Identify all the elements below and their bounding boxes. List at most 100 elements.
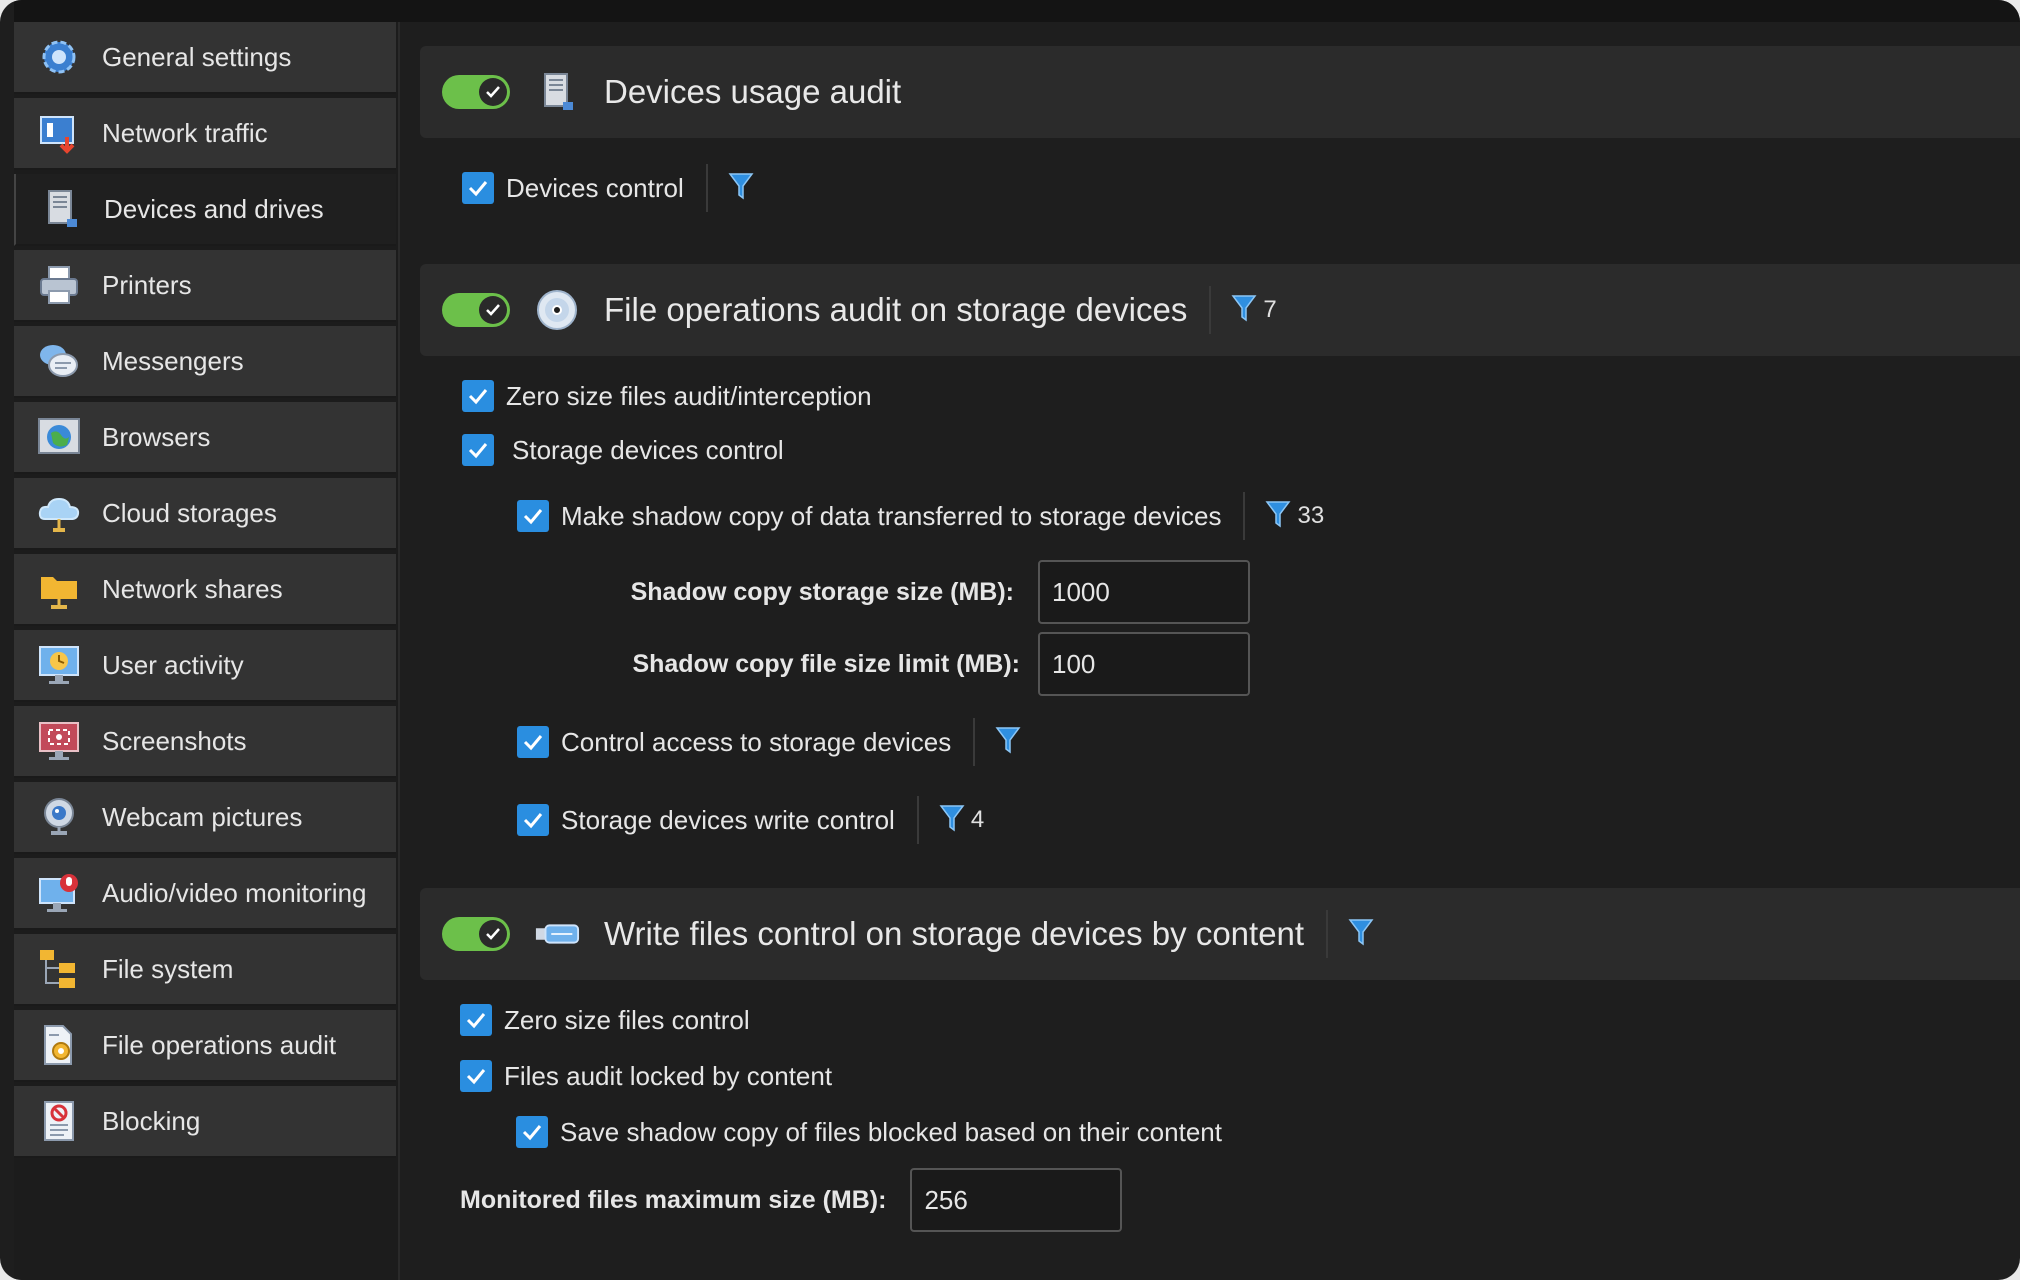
- divider: [1209, 286, 1212, 334]
- filter-icon: [728, 171, 754, 206]
- section-title: File operations audit on storage devices: [604, 291, 1188, 328]
- devices-control-checkbox[interactable]: [462, 172, 494, 204]
- sidebar-item-devices-and-drives[interactable]: Devices and drives: [14, 174, 396, 246]
- usb-drive-icon: [534, 911, 580, 957]
- filter-icon: [1265, 499, 1291, 534]
- toggle-check-icon: [479, 78, 507, 106]
- write-files-filter-button[interactable]: [1348, 917, 1374, 952]
- section-title: Devices usage audit: [604, 73, 902, 110]
- screenshot-icon: [36, 718, 82, 764]
- files-audit-locked-checkbox[interactable]: [460, 1060, 492, 1092]
- settings-panel: Devices usage audit Devices control File…: [400, 22, 2020, 1280]
- option-label: Storage devices control: [512, 434, 784, 465]
- sidebar-item-label: Cloud storages: [102, 497, 277, 528]
- save-shadow-copy-checkbox[interactable]: [516, 1116, 548, 1148]
- sidebar-item-label: File system: [102, 953, 234, 984]
- chat-bubbles-icon: [36, 338, 82, 384]
- field-label: Shadow copy file size limit (MB):: [632, 649, 1020, 678]
- sidebar-item-label: General settings: [102, 41, 292, 72]
- file-operations-filter-button[interactable]: 7: [1231, 293, 1277, 328]
- option-label: Zero size files audit/interception: [506, 380, 872, 411]
- sidebar-item-label: Blocking: [102, 1105, 201, 1136]
- computer-tower-icon: [534, 69, 580, 115]
- section-header-file-operations-audit: File operations audit on storage devices…: [420, 264, 2020, 356]
- control-access-filter-button[interactable]: [995, 725, 1021, 760]
- control-access-checkbox[interactable]: [517, 726, 549, 758]
- option-control-access: Control access to storage devices: [517, 716, 1021, 768]
- zero-size-audit-checkbox[interactable]: [462, 380, 494, 412]
- printer-icon: [36, 262, 82, 308]
- sidebar-item-user-activity[interactable]: User activity: [14, 630, 396, 702]
- file-audit-icon: [36, 1022, 82, 1068]
- sidebar-item-label: Network shares: [102, 573, 283, 604]
- monitored-max-size-input[interactable]: [910, 1168, 1123, 1232]
- blocking-document-icon: [36, 1098, 82, 1144]
- shared-folder-icon: [36, 566, 82, 612]
- field-label: Monitored files maximum size (MB):: [460, 1185, 887, 1214]
- sidebar-item-network-traffic[interactable]: Network traffic: [14, 98, 396, 170]
- network-traffic-icon: [36, 110, 82, 156]
- divider: [1243, 492, 1246, 540]
- sidebar-item-browsers[interactable]: Browsers: [14, 402, 396, 474]
- sidebar-item-label: Devices and drives: [104, 193, 324, 224]
- section-header-write-files-control: Write files control on storage devices b…: [420, 888, 2020, 980]
- sidebar-item-audio-video-monitoring[interactable]: Audio/video monitoring: [14, 858, 396, 930]
- filter-icon: [1231, 293, 1257, 328]
- devices-usage-audit-toggle[interactable]: [442, 75, 510, 109]
- field-shadow-storage-size: Shadow copy storage size (MB):: [600, 560, 1250, 624]
- filter-icon: [995, 725, 1021, 760]
- clock-monitor-icon: [36, 642, 82, 688]
- filter-count: 7: [1263, 296, 1277, 323]
- option-devices-control: Devices control: [462, 164, 754, 212]
- window-top-bar: [14, 0, 2020, 22]
- filter-count: 4: [970, 806, 985, 833]
- write-control-filter-button[interactable]: 4: [939, 803, 984, 838]
- option-files-audit-locked: Files audit locked by content: [460, 1052, 832, 1100]
- sidebar-item-printers[interactable]: Printers: [14, 250, 396, 322]
- globe-icon: [36, 414, 82, 460]
- shadow-storage-size-input[interactable]: [1038, 560, 1250, 624]
- computer-tower-icon: [38, 186, 84, 232]
- file-operations-audit-toggle[interactable]: [442, 293, 510, 327]
- option-label: Save shadow copy of files blocked based …: [560, 1116, 1222, 1147]
- option-label: Storage devices write control: [561, 804, 895, 835]
- field-label: Shadow copy storage size (MB):: [630, 577, 1014, 606]
- option-storage-devices-control: Storage devices control: [462, 426, 784, 474]
- disc-icon: [534, 287, 580, 333]
- divider: [973, 718, 976, 766]
- sidebar-item-file-operations-audit[interactable]: File operations audit: [14, 1010, 396, 1082]
- divider: [705, 164, 708, 212]
- option-label: Make shadow copy of data transferred to …: [561, 500, 1222, 531]
- sidebar-item-screenshots[interactable]: Screenshots: [14, 706, 396, 778]
- option-save-shadow-copy: Save shadow copy of files blocked based …: [516, 1108, 1222, 1156]
- option-label: Files audit locked by content: [504, 1060, 833, 1091]
- shadow-copy-checkbox[interactable]: [517, 500, 549, 532]
- sidebar-item-general-settings[interactable]: General settings: [14, 22, 396, 94]
- sidebar-item-label: Network traffic: [102, 117, 268, 148]
- sidebar-item-messengers[interactable]: Messengers: [14, 326, 396, 398]
- storage-devices-control-checkbox[interactable]: [462, 434, 494, 466]
- sidebar-item-label: User activity: [102, 649, 244, 680]
- shadow-file-size-limit-input[interactable]: [1038, 632, 1250, 696]
- gear-icon: [36, 34, 82, 80]
- sidebar-item-label: Webcam pictures: [102, 801, 303, 832]
- zero-size-control-checkbox[interactable]: [460, 1004, 492, 1036]
- write-files-control-toggle[interactable]: [442, 917, 510, 951]
- devices-control-filter-button[interactable]: [728, 171, 754, 206]
- sidebar-item-file-system[interactable]: File system: [14, 934, 396, 1006]
- sidebar-item-blocking[interactable]: Blocking: [14, 1086, 396, 1158]
- section-title: Write files control on storage devices b…: [604, 915, 1305, 952]
- shadow-copy-filter-button[interactable]: 33: [1265, 499, 1324, 534]
- sidebar-item-network-shares[interactable]: Network shares: [14, 554, 396, 626]
- field-shadow-file-size-limit: Shadow copy file size limit (MB):: [600, 632, 1250, 696]
- sidebar-item-cloud-storages[interactable]: Cloud storages: [14, 478, 396, 550]
- option-label: Zero size files control: [504, 1004, 750, 1035]
- audio-video-icon: [36, 870, 82, 916]
- sidebar-item-label: Browsers: [102, 421, 211, 452]
- filter-icon: [939, 803, 965, 838]
- option-zero-size-audit: Zero size files audit/interception: [462, 372, 872, 420]
- write-control-checkbox[interactable]: [517, 804, 549, 836]
- divider: [916, 796, 919, 844]
- webcam-icon: [36, 794, 82, 840]
- sidebar-item-webcam-pictures[interactable]: Webcam pictures: [14, 782, 396, 854]
